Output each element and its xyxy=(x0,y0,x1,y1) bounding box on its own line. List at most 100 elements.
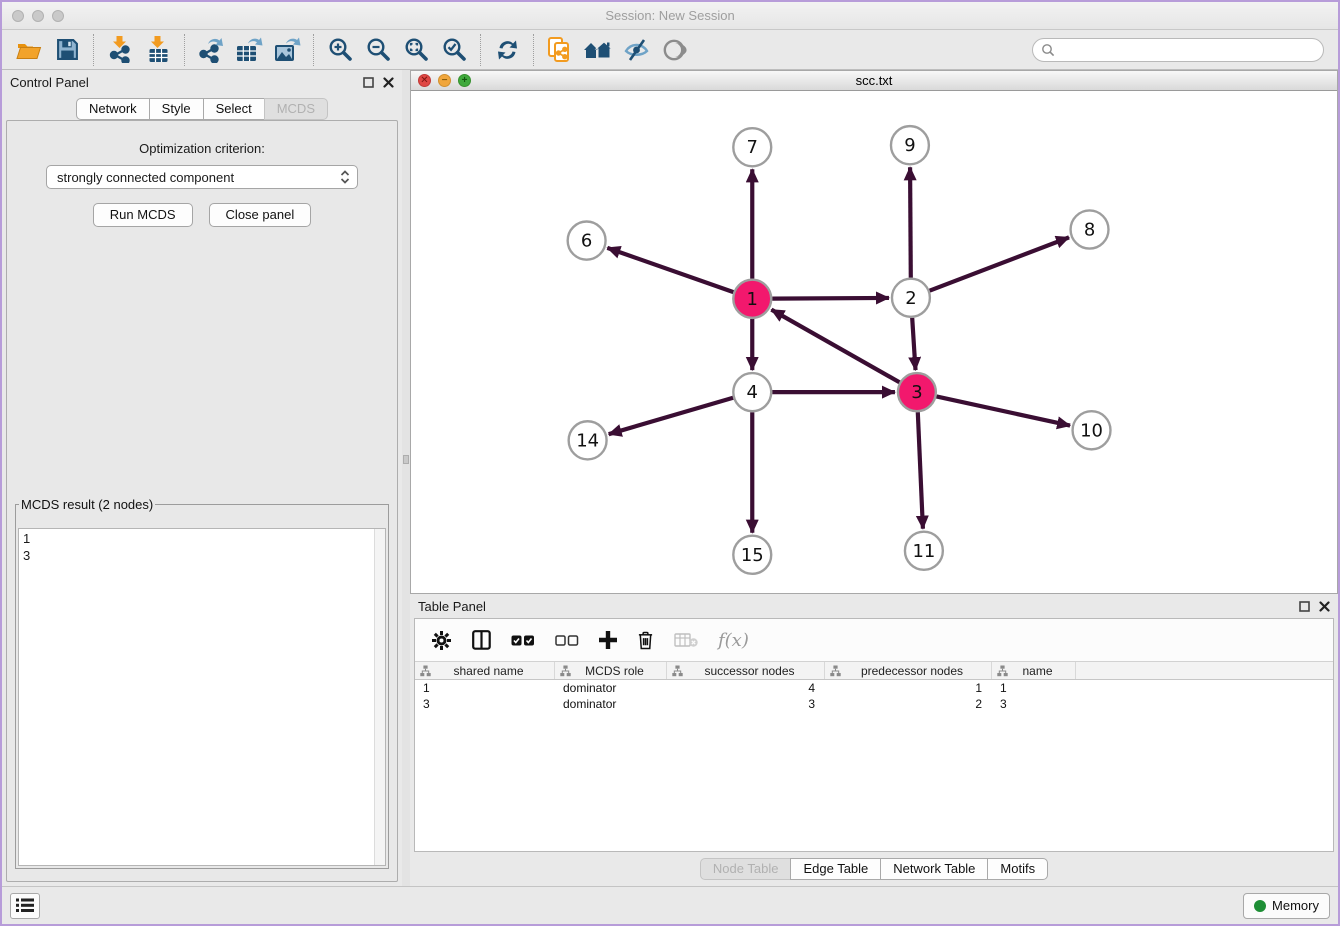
show-all-button[interactable] xyxy=(655,33,693,67)
import-network-button[interactable] xyxy=(101,33,139,67)
zoom-in-button[interactable] xyxy=(321,33,359,67)
table-cell[interactable]: dominator xyxy=(555,681,667,695)
graph-node-2[interactable]: 2 xyxy=(892,279,930,317)
mcds-result-scrollbar[interactable] xyxy=(374,529,385,865)
duplicate-network-icon xyxy=(547,36,573,64)
tab-node-table[interactable]: Node Table xyxy=(700,858,792,880)
deselect-all-button[interactable] xyxy=(555,635,579,646)
column-header-successor-nodes[interactable]: successor nodes xyxy=(667,662,825,679)
float-table-panel-icon[interactable] xyxy=(1299,601,1310,612)
select-all-button[interactable] xyxy=(511,635,535,646)
table-row[interactable]: 1dominator411 xyxy=(415,680,1333,696)
table-cell[interactable]: 3 xyxy=(415,697,555,711)
graph-node-14[interactable]: 14 xyxy=(569,421,607,459)
tab-network-table[interactable]: Network Table xyxy=(880,858,988,880)
import-table-icon xyxy=(146,36,171,63)
tab-mcds[interactable]: MCDS xyxy=(264,98,328,120)
export-network-button[interactable] xyxy=(192,33,230,67)
search-input[interactable] xyxy=(1059,42,1315,57)
close-panel-icon[interactable] xyxy=(383,77,394,88)
column-header-mcds-role[interactable]: MCDS role xyxy=(555,662,667,679)
tab-select[interactable]: Select xyxy=(203,98,265,120)
table-cell[interactable]: 2 xyxy=(825,697,992,711)
zoom-out-button[interactable] xyxy=(359,33,397,67)
delete-row-button[interactable] xyxy=(637,630,654,650)
graph-node-8[interactable]: 8 xyxy=(1071,211,1109,249)
table-cell[interactable]: 1 xyxy=(825,681,992,695)
graph-edge-3-11[interactable] xyxy=(918,412,923,528)
graph-node-6[interactable]: 6 xyxy=(568,222,606,260)
tab-motifs[interactable]: Motifs xyxy=(987,858,1048,880)
network-view-window: ✕ − + scc.txt 7 9 6 8 1 2 4 3 14 10 15 11 xyxy=(410,70,1338,594)
graph-edge-2-3[interactable] xyxy=(912,318,915,370)
tab-edge-table[interactable]: Edge Table xyxy=(790,858,881,880)
table-panel-title: Table Panel xyxy=(418,599,486,614)
criterion-dropdown[interactable]: strongly connected component xyxy=(46,165,358,189)
network-window-titlebar: ✕ − + scc.txt xyxy=(411,71,1337,91)
zoom-fit-button[interactable] xyxy=(397,33,435,67)
column-header-name[interactable]: name xyxy=(992,662,1076,679)
table-cell[interactable]: 1 xyxy=(992,681,1076,695)
graph-node-9[interactable]: 9 xyxy=(891,126,929,164)
graph-node-11[interactable]: 11 xyxy=(905,532,943,570)
tab-style[interactable]: Style xyxy=(149,98,204,120)
splitter-grip[interactable] xyxy=(403,455,409,464)
column-header-shared-name[interactable]: shared name xyxy=(415,662,555,679)
table-cell[interactable]: 4 xyxy=(667,681,825,695)
function-builder-button[interactable]: f(x) xyxy=(718,630,749,651)
mcds-result-area[interactable]: 1 3 xyxy=(18,528,386,866)
table-panel-tabs: Node TableEdge TableNetwork TableMotifs xyxy=(700,858,1048,880)
export-table-icon xyxy=(235,37,263,63)
graph-edge-2-8[interactable] xyxy=(930,237,1069,290)
close-mcds-panel-button[interactable]: Close panel xyxy=(209,203,312,227)
table-cell[interactable]: dominator xyxy=(555,697,667,711)
graph-edge-1-6[interactable] xyxy=(607,248,733,292)
graph-node-3[interactable]: 3 xyxy=(898,373,936,411)
graph-edge-3-10[interactable] xyxy=(936,396,1070,425)
column-header-predecessor-nodes[interactable]: predecessor nodes xyxy=(825,662,992,679)
graph-edge-2-9[interactable] xyxy=(910,167,911,277)
table-cell[interactable]: 3 xyxy=(992,697,1076,711)
table-body: 1dominator4113dominator323 xyxy=(415,680,1333,712)
graph-node-7[interactable]: 7 xyxy=(733,128,771,166)
graph-node-10[interactable]: 10 xyxy=(1073,411,1111,449)
graph-node-4[interactable]: 4 xyxy=(733,373,771,411)
save-session-button[interactable] xyxy=(48,33,86,67)
graph-node-1[interactable]: 1 xyxy=(733,280,771,318)
graph-edge-4-14[interactable] xyxy=(609,398,733,434)
show-columns-button[interactable] xyxy=(472,630,491,650)
table-row[interactable]: 3dominator323 xyxy=(415,696,1333,712)
apply-layout-button[interactable] xyxy=(488,33,526,67)
float-panel-icon[interactable] xyxy=(363,77,374,88)
graph-node-15[interactable]: 15 xyxy=(733,536,771,574)
toolbar-separator xyxy=(313,34,314,66)
run-mcds-button[interactable]: Run MCDS xyxy=(93,203,193,227)
plus-icon xyxy=(599,631,617,649)
table-cell[interactable]: 3 xyxy=(667,697,825,711)
graph-edge-1-2[interactable] xyxy=(772,298,889,299)
task-history-button[interactable] xyxy=(10,893,40,919)
table-settings-button[interactable] xyxy=(431,630,452,651)
network-canvas[interactable]: 7 9 6 8 1 2 4 3 14 10 15 11 xyxy=(411,91,1337,593)
first-neighbors-button[interactable] xyxy=(579,33,617,67)
graph-edge-3-1[interactable] xyxy=(771,310,899,383)
duplicate-network-button[interactable] xyxy=(541,33,579,67)
panel-splitter[interactable] xyxy=(402,70,410,886)
search-field[interactable] xyxy=(1032,38,1324,62)
add-row-button[interactable] xyxy=(599,631,617,649)
memory-button[interactable]: Memory xyxy=(1243,893,1330,919)
criterion-dropdown-value: strongly connected component xyxy=(57,170,234,185)
import-table-button[interactable] xyxy=(139,33,177,67)
checked-boxes-icon xyxy=(511,635,535,646)
zoom-selected-button[interactable] xyxy=(435,33,473,67)
delete-table-button[interactable] xyxy=(674,632,698,648)
export-image-button[interactable] xyxy=(268,33,306,67)
open-file-button[interactable] xyxy=(10,33,48,67)
hide-selected-button[interactable] xyxy=(617,33,655,67)
toolbar-separator xyxy=(533,34,534,66)
delete-table-icon xyxy=(674,632,698,648)
close-table-panel-icon[interactable] xyxy=(1319,601,1330,612)
export-table-button[interactable] xyxy=(230,33,268,67)
tab-network[interactable]: Network xyxy=(76,98,150,120)
table-cell[interactable]: 1 xyxy=(415,681,555,695)
